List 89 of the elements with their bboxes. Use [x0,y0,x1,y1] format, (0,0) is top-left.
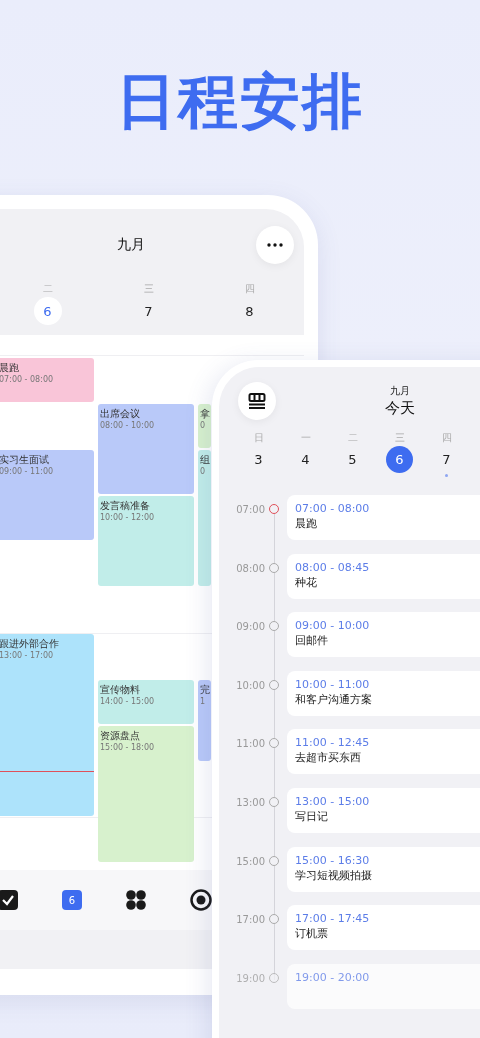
event-title: 和客户沟通方案 [295,691,373,708]
event-title: 写日记 [295,808,329,825]
hour-label: 13:00 [235,795,265,809]
event-time: 13:00 - 17:00 [0,650,55,662]
event-block[interactable]: 晨跑 07:00 - 08:00 [0,358,94,402]
event-time: 15:00 - 18:00 [100,742,156,754]
event-block[interactable]: 完 1 [198,680,211,761]
weekday-label: 三 [143,282,154,296]
hour-label: 10:00 [235,678,265,692]
event-time: 1 [200,696,207,708]
month-label: 九月 [390,384,410,398]
event-title: 订机票 [295,926,329,943]
target-icon[interactable] [190,889,212,911]
event-title: 种花 [295,574,318,591]
event-title: 拿 [200,407,209,420]
hour-label: 07:00 [235,503,265,516]
event-time: 09:00 - 10:00 [295,619,371,634]
event-block[interactable]: 资源盘点 15:00 - 18:00 [98,726,194,862]
more-icon [267,243,283,247]
agenda-card[interactable]: 15:00 - 16:30 学习短视频拍摄 [287,846,480,892]
event-time: 10:00 - 11:00 [295,677,371,692]
event-time: 07:00 - 08:00 [295,502,371,516]
agenda-card[interactable]: 10:00 - 11:00 和客户沟通方案 [287,670,480,716]
checkbox-icon[interactable] [0,890,18,910]
event-time: 08:00 - 10:00 [100,420,156,432]
event-title: 出席会议 [100,407,141,420]
event-title: 宣传物料 [100,683,141,696]
menu-icon [248,393,266,409]
event-time: 17:00 - 17:45 [295,912,371,927]
hour-label: 15:00 [235,854,265,868]
today-title: 今天 [385,398,415,418]
event-title: 学习短视频拍摄 [295,867,373,884]
event-block[interactable]: 发言稿准备 10:00 - 12:00 [98,496,194,586]
headline: 日程安排 [115,65,365,138]
hour-label: 09:00 [235,620,265,634]
event-title: 实习生面试 [0,453,50,466]
event-block[interactable]: 实习生面试 09:00 - 11:00 [0,450,94,540]
day-number[interactable]: 6 [33,297,62,325]
event-time: 11:00 - 12:45 [295,736,371,751]
event-title: 晨跑 [295,516,318,532]
event-title: 回邮件 [295,633,329,650]
event-block[interactable]: 出席会议 08:00 - 10:00 [98,404,194,494]
day-number[interactable]: 6 [386,446,413,473]
event-time: 19:00 - 20:00 [295,970,371,985]
event-time: 07:00 - 08:00 [0,374,55,386]
event-time: 0 [200,420,207,432]
event-time: 10:00 - 12:00 [100,512,156,524]
menu-button[interactable] [238,382,276,420]
more-button[interactable] [256,226,294,264]
hour-label: 19:00 [235,971,265,985]
event-title: 跟进外部合作 [0,637,60,650]
month-title: 九月 [116,236,146,254]
event-time: 0 [200,466,207,478]
hour-label: 17:00 [235,913,265,927]
event-time: 08:00 - 08:45 [295,560,371,575]
weekday-label: 四 [244,282,255,296]
agenda-card[interactable]: 09:00 - 10:00 回邮件 [287,612,480,658]
event-time: 13:00 - 15:00 [295,794,371,809]
event-title: 资源盘点 [100,729,141,742]
event-block[interactable]: 宣传物料 14:00 - 15:00 [98,680,194,724]
event-title: 晨跑 [0,361,20,374]
agenda-card[interactable]: 17:00 - 17:45 订机票 [287,905,480,951]
event-title: 去超市买东西 [295,750,362,767]
event-block[interactable]: 跟进外部合作 13:00 - 17:00 [0,634,94,816]
day-number[interactable]: 7 [433,446,460,473]
event-title: 完 [200,683,209,696]
event-time: 15:00 - 16:30 [295,853,371,868]
hour-label: 08:00 [235,561,265,575]
day-number[interactable]: 8 [235,297,264,325]
agenda-card[interactable]: 11:00 - 12:45 去超市买东西 [287,729,480,775]
agenda-card[interactable]: 07:00 - 08:00 晨跑 [287,495,480,540]
event-block[interactable]: 组 0 [198,450,211,586]
day-number[interactable]: 7 [134,297,163,325]
agenda-card[interactable]: 13:00 - 15:00 写日记 [287,787,480,833]
weekday-label: 四 [441,431,452,445]
clover-icon[interactable] [126,890,146,910]
weekday-label: 日 [253,431,264,445]
event-title: 组 [200,453,209,466]
hour-label: 11:00 [235,737,265,751]
agenda-card[interactable]: 08:00 - 08:45 种花 [287,553,480,599]
event-title: 发言稿准备 [100,499,151,512]
day-number[interactable]: 3 [245,446,272,473]
event-time: 09:00 - 11:00 [0,466,55,478]
weekday-label: 三 [394,431,405,445]
event-time: 14:00 - 15:00 [100,696,156,708]
event-block[interactable]: 拿 0 [198,404,211,448]
day-number[interactable]: 4 [292,446,319,473]
day-number[interactable]: 5 [339,446,366,473]
calendar-tab[interactable]: 6 [62,890,82,910]
